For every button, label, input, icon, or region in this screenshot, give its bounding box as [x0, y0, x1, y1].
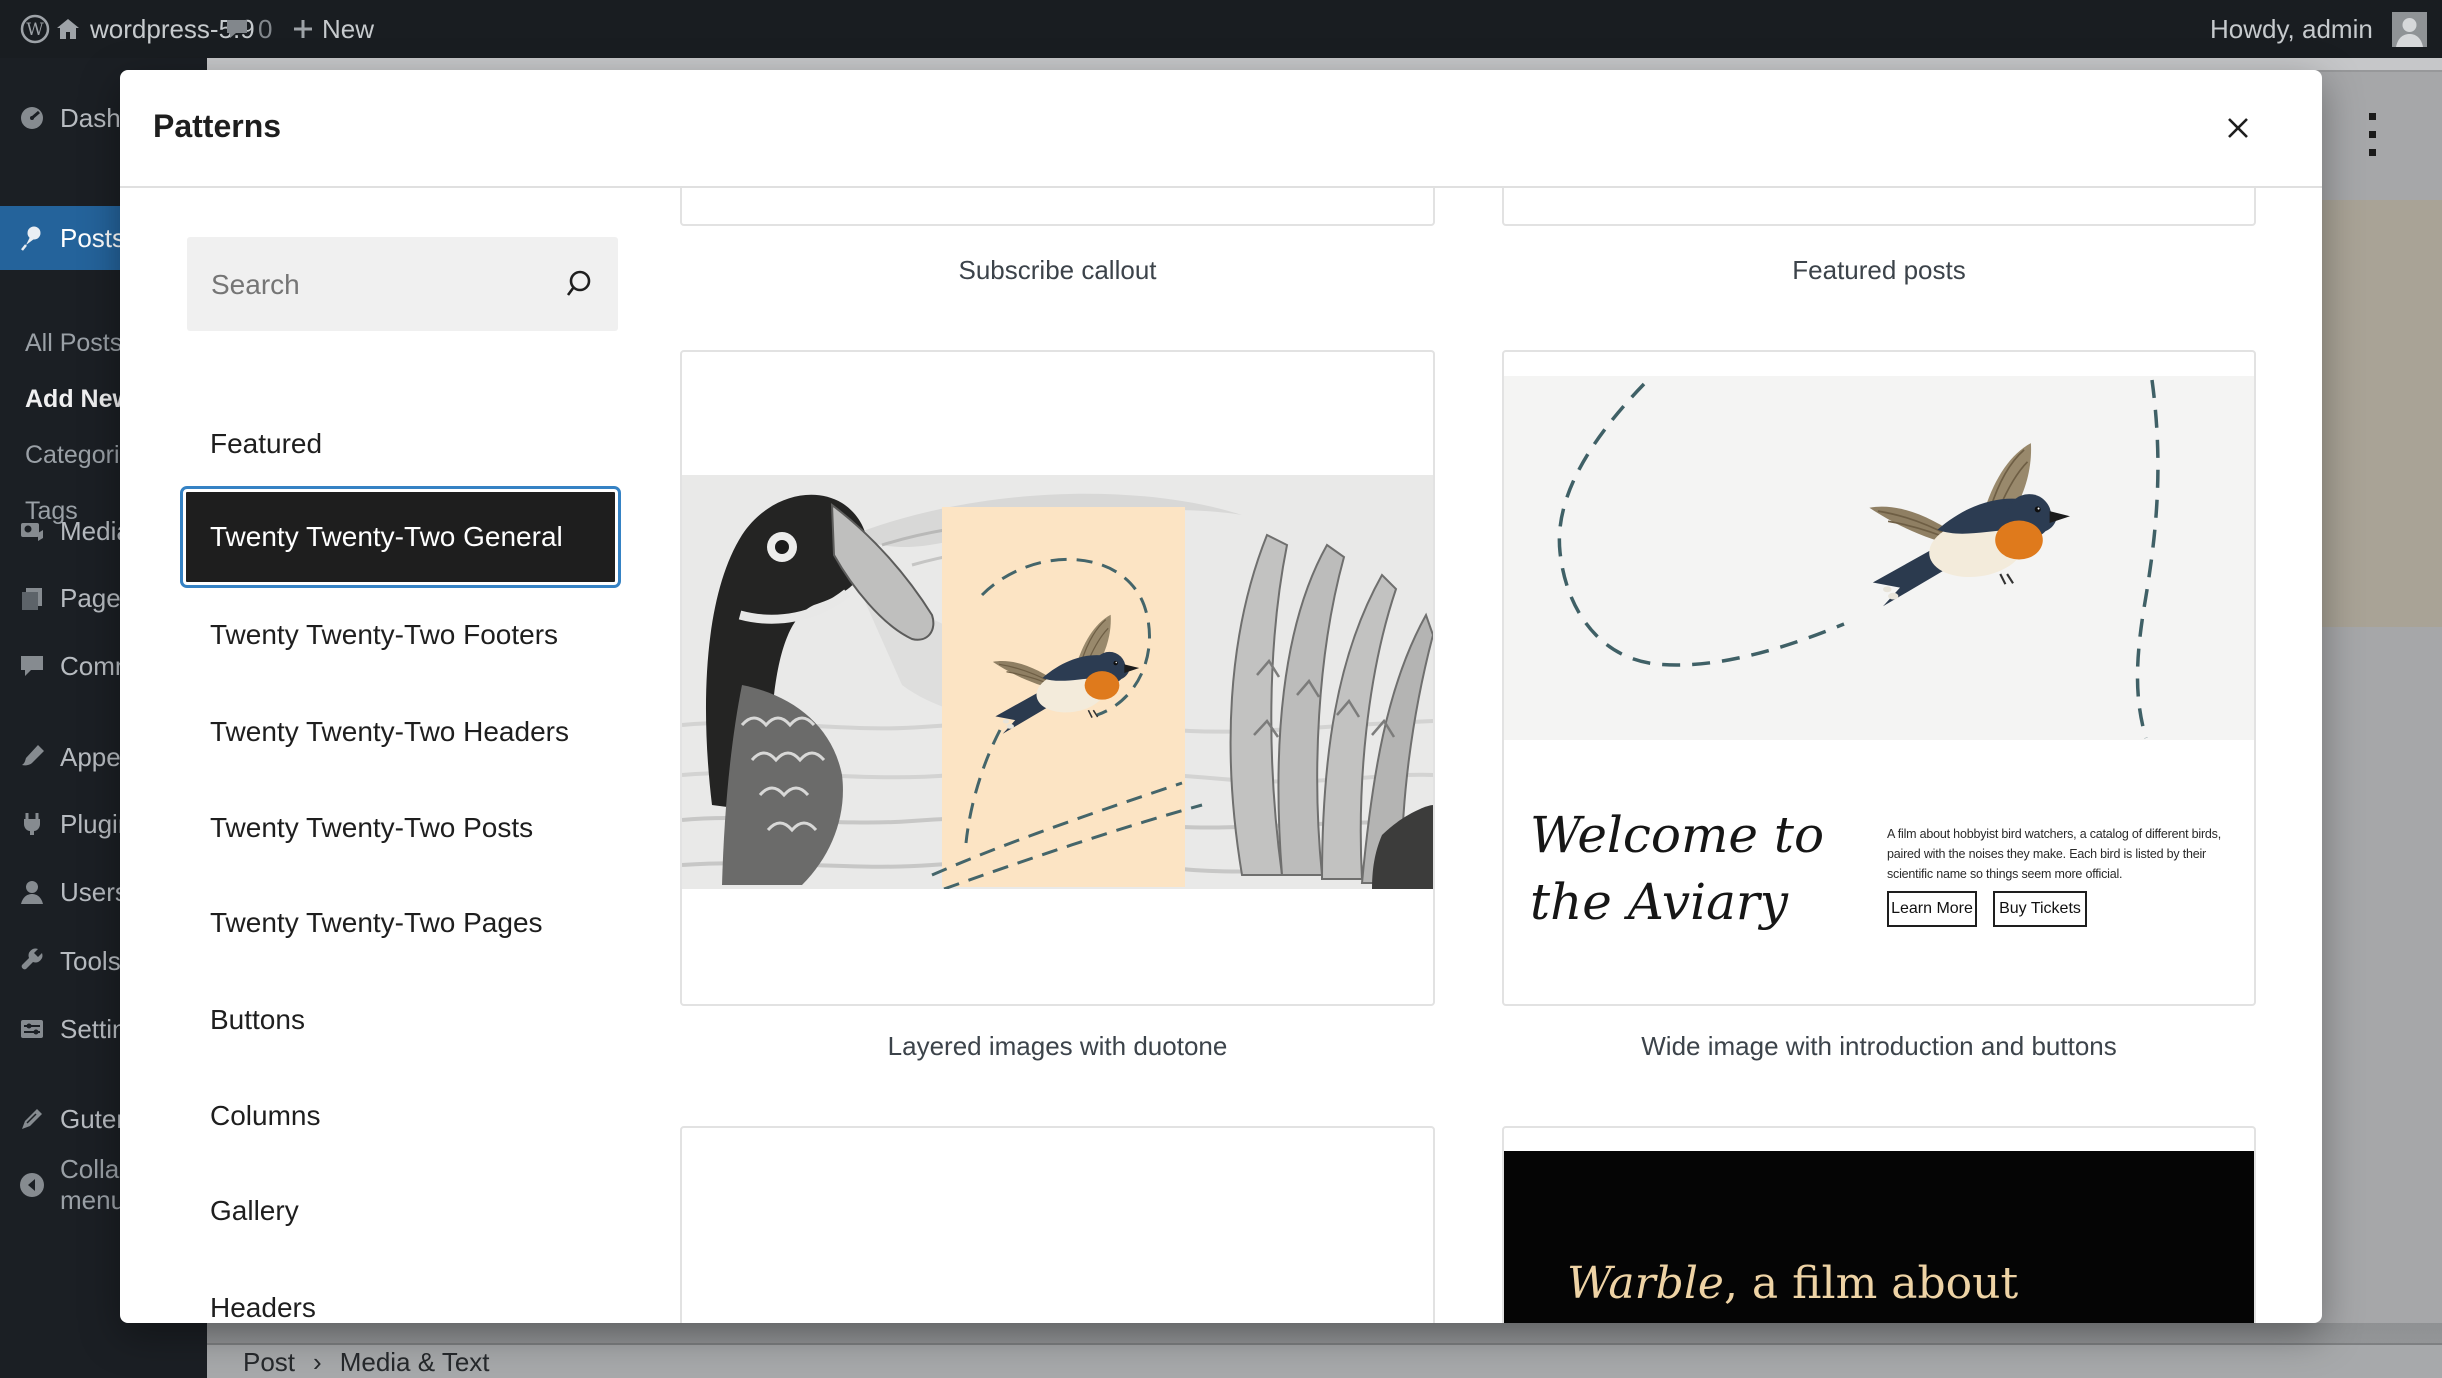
buy-tickets-button: Buy Tickets	[1993, 891, 2087, 927]
plugins-icon	[24, 813, 40, 835]
pattern-label: Subscribe callout	[958, 255, 1157, 285]
howdy-admin[interactable]: Howdy, admin	[2210, 0, 2373, 58]
modal-title: Patterns	[153, 108, 282, 144]
aviary-illustration	[1504, 376, 2254, 740]
users-icon	[21, 881, 43, 904]
pattern-card-video-trailer[interactable]: Warble, a film about hobbyist bird watch…	[1502, 1126, 2256, 1323]
search-input[interactable]	[187, 237, 573, 333]
home-icon[interactable]	[55, 0, 81, 58]
category-gallery[interactable]: Gallery	[183, 1163, 618, 1259]
pattern-card-bottom-left[interactable]	[680, 1126, 1435, 1323]
breadcrumb-separator-icon: ›	[313, 1346, 322, 1377]
warble-title-line2: hobbyist bird watchers	[1567, 1317, 2081, 1323]
dashboard-icon	[21, 107, 43, 129]
warble-video-block: Warble, a film about hobbyist bird watch…	[1504, 1151, 2254, 1323]
plus-icon[interactable]	[292, 0, 314, 58]
comments-bubble-icon[interactable]	[225, 0, 249, 58]
avatar[interactable]	[2392, 12, 2427, 47]
modal-body: Featured Twenty Twenty-Two General Twent…	[120, 188, 2322, 1323]
category-twenty-twenty-two-general[interactable]: Twenty Twenty-Two General	[180, 486, 621, 588]
category-twenty-twenty-two-headers[interactable]: Twenty Twenty-Two Headers	[183, 684, 618, 780]
tools-icon	[21, 948, 43, 970]
appearance-icon	[22, 745, 44, 766]
category-headers[interactable]: Headers	[183, 1260, 618, 1323]
category-featured[interactable]: Featured	[183, 396, 618, 492]
close-button[interactable]	[2208, 98, 2268, 158]
learn-more-button: Learn More	[1887, 891, 1977, 927]
admin-bar: W wordpress-5.9 0 New Howdy, admin	[0, 0, 2442, 58]
close-icon	[2228, 118, 2248, 138]
breadcrumb-current[interactable]: Media & Text	[340, 1347, 490, 1378]
category-twenty-twenty-two-pages[interactable]: Twenty Twenty-Two Pages	[183, 875, 618, 971]
pattern-card-subscribe-callout[interactable]	[680, 188, 1435, 226]
patterns-modal: Patterns Featured Twenty Twenty-Two Gene…	[120, 70, 2322, 1323]
options-ellipsis-icon[interactable]	[2369, 102, 2376, 167]
duck-illustration	[682, 475, 1433, 889]
pattern-card-layered-images[interactable]	[680, 350, 1435, 1006]
pattern-card-wide-image[interactable]: Welcome to the Aviary A film about hobby…	[1502, 350, 2256, 1006]
category-buttons[interactable]: Buttons	[183, 972, 618, 1068]
pattern-label: Featured posts	[1792, 255, 1966, 285]
settings-icon	[21, 1020, 43, 1038]
pattern-card-featured-posts[interactable]	[1502, 188, 2256, 226]
wordpress-logo-icon[interactable]: W	[20, 0, 50, 58]
bottom-strip	[207, 1345, 2442, 1378]
aviary-paragraph: A film about hobbyist bird watchers, a c…	[1887, 827, 2221, 881]
pin-icon	[21, 226, 41, 251]
collapse-icon	[20, 1173, 44, 1197]
breadcrumb: Post › Media & Text	[243, 1346, 490, 1378]
modal-header: Patterns	[120, 70, 2322, 188]
gutenberg-pencil-icon	[22, 1109, 42, 1129]
aviary-heading: Welcome to the Aviary	[1530, 806, 1825, 931]
category-twenty-twenty-two-posts[interactable]: Twenty Twenty-Two Posts	[183, 780, 618, 876]
media-icon	[21, 523, 43, 541]
search-icon[interactable]	[566, 269, 596, 299]
new-button[interactable]: New	[322, 0, 374, 58]
svg-text:W: W	[26, 20, 44, 40]
breadcrumb-root[interactable]: Post	[243, 1347, 295, 1378]
pattern-label: Wide image with introduction and buttons	[1641, 1031, 2117, 1061]
comments-count[interactable]: 0	[258, 0, 272, 58]
category-twenty-twenty-two-footers[interactable]: Twenty Twenty-Two Footers	[183, 587, 618, 683]
category-columns[interactable]: Columns	[183, 1068, 618, 1164]
pages-icon	[22, 588, 42, 610]
search-box	[187, 237, 618, 333]
warble-title-line1: Warble, a film about	[1567, 1258, 2019, 1309]
pattern-label: Layered images with duotone	[887, 1031, 1228, 1061]
comments-icon	[21, 656, 43, 676]
